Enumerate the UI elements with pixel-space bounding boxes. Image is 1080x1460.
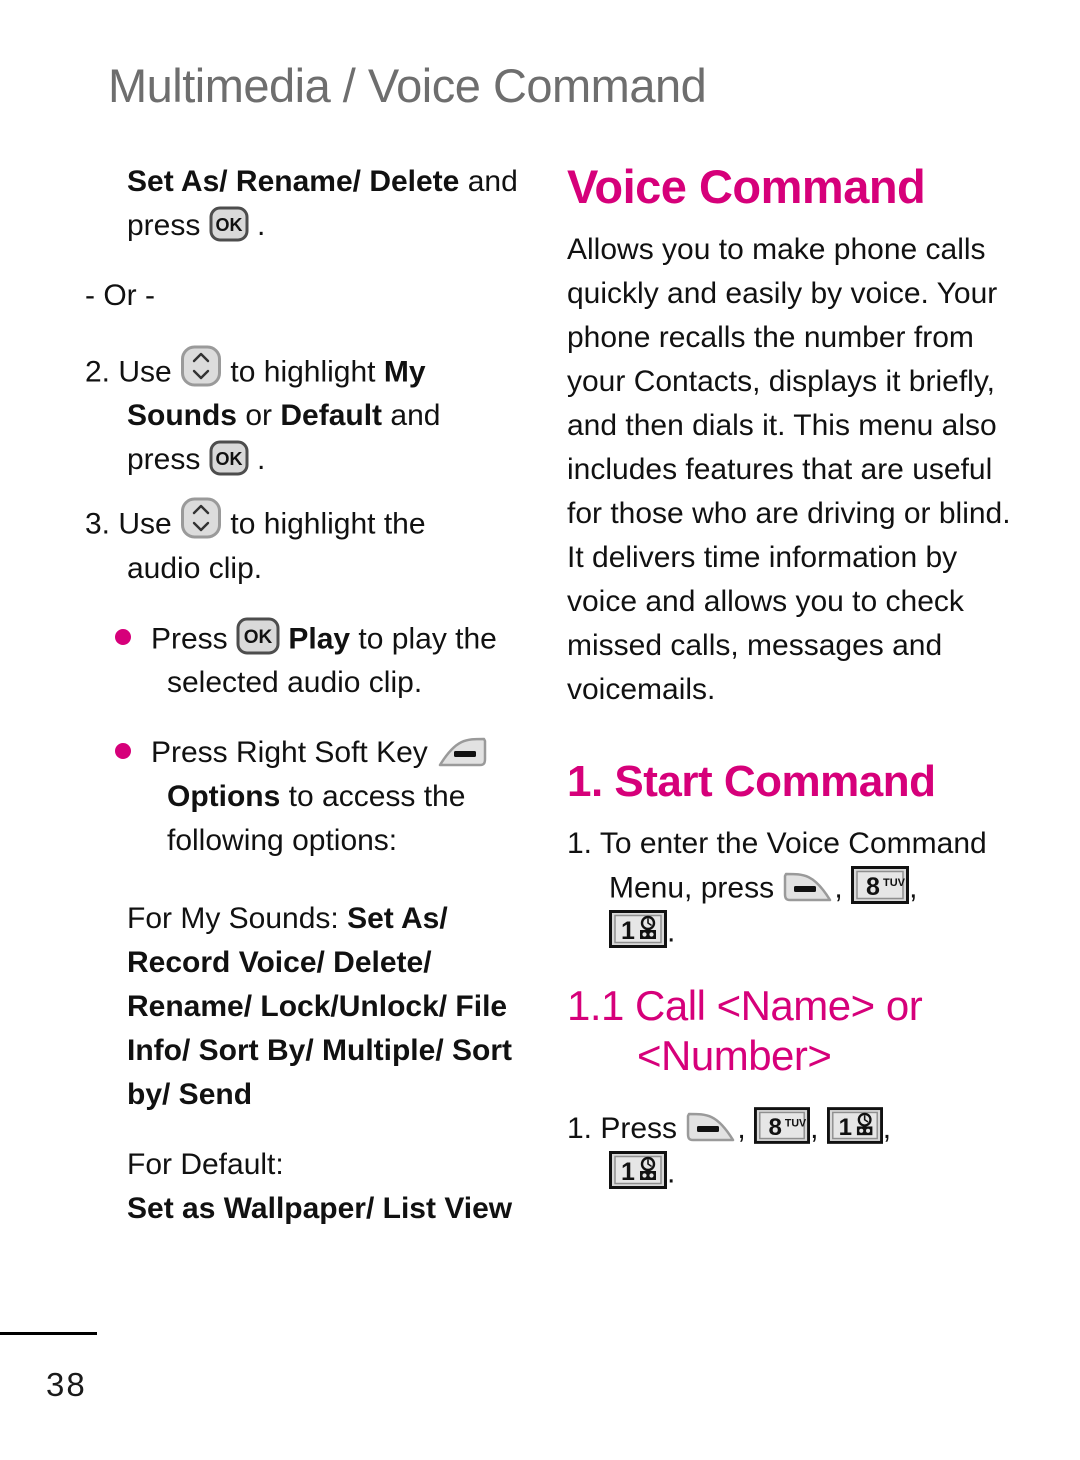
navigation-updown-key-icon[interactable]: [180, 344, 222, 388]
voice-command-heading: Voice Command: [567, 160, 926, 213]
step-2: 2. Use to highlight My Sounds or Default…: [85, 344, 555, 482]
call-name-comma-2: ,: [810, 1111, 819, 1145]
step-2-bold-default: Default: [280, 399, 383, 433]
bullet-dot-icon: [115, 742, 131, 759]
step-1-press-label: press: [127, 209, 201, 242]
keypad-8-tuv-icon[interactable]: 8 TUV: [754, 1107, 811, 1145]
svg-text:8: 8: [866, 873, 880, 901]
call-heading-line1: 1.1 Call <Name> or: [567, 981, 923, 1029]
bullet-play-item: Press OK Play to play the selected audio…: [85, 617, 555, 705]
bullet-options-bold: Options: [167, 780, 281, 814]
svg-text:OK: OK: [215, 215, 242, 235]
voice-command-description: Allows you to make phone calls quickly a…: [567, 233, 1011, 706]
bullet-play-line2: selected audio clip.: [167, 666, 423, 700]
step-2-number-label: 2. Use: [85, 355, 172, 389]
step-2-bold-sounds: Sounds: [127, 399, 237, 433]
ok-key-icon[interactable]: OK: [209, 206, 249, 242]
navigation-updown-key-icon[interactable]: [180, 496, 222, 540]
page-number: 38: [46, 1366, 87, 1403]
svg-text:OK: OK: [244, 627, 273, 648]
call-name-period: .: [667, 1156, 676, 1190]
start-command-comma-2: ,: [909, 871, 918, 905]
step-1-continuation: Set As/ Rename/ Delete and press OK .: [85, 160, 555, 248]
start-command-heading: 1. Start Command: [567, 757, 936, 806]
call-heading-line2: <Number>: [637, 1031, 832, 1079]
step-2-or: or: [237, 399, 281, 433]
step-3-line2: audio clip.: [127, 551, 263, 585]
svg-text:1: 1: [838, 1115, 851, 1142]
step-2-press-label: press: [127, 443, 201, 477]
right-column: Voice Command Allows you to make phone c…: [567, 160, 1032, 1195]
right-soft-key-icon[interactable]: [436, 735, 488, 769]
step-3-number-label: 3. Use: [85, 507, 172, 541]
keypad-1-voicemail-icon[interactable]: 1: [609, 1150, 667, 1189]
svg-text:TUV: TUV: [785, 1118, 806, 1130]
page-title: Multimedia / Voice Command: [108, 59, 707, 112]
start-command-comma-1: ,: [834, 871, 843, 905]
for-my-sounds-label: For My Sounds:: [127, 902, 348, 936]
step-2-and: and: [382, 399, 441, 433]
svg-text:TUV: TUV: [883, 877, 906, 889]
call-name-step-1: 1. Press , 8 TUV , 1 , 1 .: [567, 1107, 1032, 1195]
start-command-period: .: [667, 915, 676, 949]
call-name-comma-3: ,: [882, 1111, 892, 1145]
bullet-options-post: to access the: [280, 780, 466, 814]
keypad-1-voicemail-icon[interactable]: 1: [609, 910, 667, 949]
start-command-step-1: 1. To enter the Voice Command Menu, pres…: [567, 822, 1032, 955]
left-soft-key-icon[interactable]: [685, 1110, 737, 1144]
call-name-step-1-label: 1. Press: [567, 1111, 678, 1145]
bullet-options-line2: following options:: [167, 824, 398, 858]
step-3: 3. Use to highlight the audio clip.: [85, 496, 555, 590]
or-divider: - Or -: [85, 279, 155, 312]
for-my-sounds-block: For My Sounds: Set As/ Record Voice/ Del…: [85, 897, 555, 1117]
keypad-1-voicemail-icon[interactable]: 1: [826, 1107, 883, 1145]
step-2-period: .: [257, 443, 266, 477]
for-default-options: Set as Wallpaper/ List View: [127, 1192, 513, 1226]
bullet-play-press-label: Press: [151, 622, 228, 656]
step-3-highlight-text: to highlight the: [230, 507, 426, 541]
bullet-play-bold: Play: [288, 622, 351, 656]
start-command-step-1-line1: 1. To enter the Voice Command: [567, 827, 987, 860]
for-default-label: For Default:: [127, 1148, 284, 1182]
ok-key-icon[interactable]: OK: [236, 617, 280, 655]
step-1-and: and: [459, 165, 518, 198]
svg-text:OK: OK: [215, 449, 242, 469]
ok-key-icon[interactable]: OK: [209, 440, 249, 476]
footer-divider: [0, 1332, 97, 1335]
keypad-8-tuv-icon[interactable]: 8 TUV: [851, 866, 910, 904]
bullet-dot-icon: [115, 628, 131, 645]
call-name-or-number-heading: 1.1 Call <Name> or <Number>: [567, 981, 1032, 1081]
step-2-bold-my: My: [383, 355, 426, 389]
bullet-play-post: to play the: [350, 622, 497, 656]
for-default-block: For Default: Set as Wallpaper/ List View: [85, 1143, 555, 1231]
bullet-options-pre: Press Right Soft Key: [151, 736, 428, 770]
svg-text:1: 1: [621, 917, 635, 945]
step-2-highlight-text: to highlight: [230, 355, 376, 389]
step-1-period: .: [257, 209, 266, 242]
step-1-bold-options: Set As/ Rename/ Delete: [127, 165, 460, 198]
svg-text:8: 8: [769, 1115, 782, 1142]
left-column: Set As/ Rename/ Delete and press OK . - …: [85, 160, 555, 1231]
bullet-options-item: Press Right Soft Key Options to access t…: [85, 731, 555, 863]
page-columns: Set As/ Rename/ Delete and press OK . - …: [0, 160, 1080, 1231]
start-command-step-1-line2: Menu, press: [609, 871, 775, 905]
left-soft-key-icon[interactable]: [782, 870, 834, 904]
svg-text:1: 1: [621, 1158, 635, 1186]
call-name-comma-1: ,: [737, 1111, 746, 1145]
